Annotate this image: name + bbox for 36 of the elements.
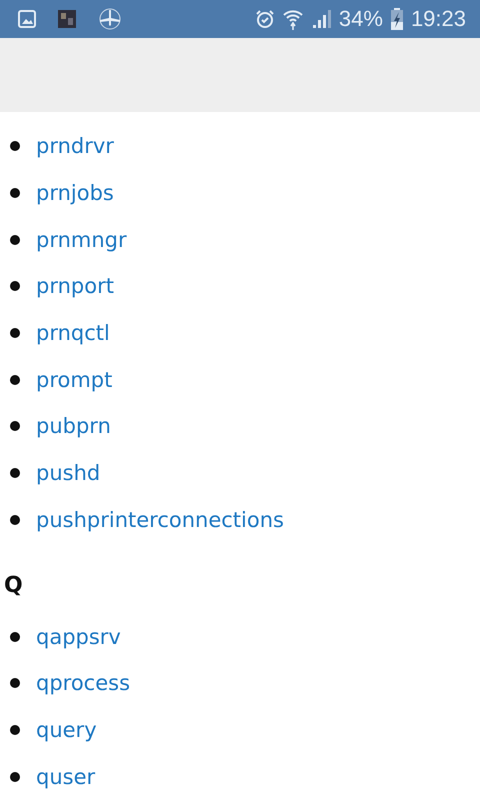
- command-link[interactable]: prompt: [36, 368, 112, 392]
- signal-icon: [310, 9, 331, 29]
- bullet-icon: [10, 374, 20, 385]
- bullet-icon: [10, 468, 20, 478]
- command-link[interactable]: prnqctl: [36, 321, 110, 346]
- command-link[interactable]: quser: [36, 764, 96, 789]
- battery-percent: 34%: [338, 6, 383, 32]
- command-link[interactable]: query: [36, 718, 97, 742]
- bullet-icon: [10, 772, 20, 782]
- clock-time: 19:23: [410, 6, 466, 32]
- command-link[interactable]: pushd: [36, 461, 100, 486]
- command-link[interactable]: pubprn: [36, 414, 111, 438]
- command-link[interactable]: prnport: [36, 274, 114, 298]
- airplane-icon: [98, 8, 122, 30]
- command-link[interactable]: qappsrv: [36, 624, 121, 649]
- bullet-icon: [10, 724, 20, 735]
- bullet-icon: [10, 281, 20, 292]
- image-icon: [18, 10, 36, 28]
- bullet-icon: [10, 678, 20, 688]
- bullet-icon: [10, 188, 20, 198]
- command-link[interactable]: pushprinterconnections: [36, 508, 284, 532]
- section-heading: Q: [4, 572, 24, 600]
- command-link[interactable]: prndrvr: [36, 134, 114, 158]
- wifi-icon: [282, 8, 303, 30]
- command-link[interactable]: prnjobs: [36, 181, 114, 206]
- bullet-icon: [10, 234, 20, 245]
- command-link[interactable]: prnmngr: [36, 228, 127, 252]
- bullet-icon: [10, 141, 20, 152]
- bullet-icon: [10, 328, 20, 338]
- bullet-icon: [10, 514, 20, 525]
- bullet-icon: [10, 421, 20, 432]
- bullet-icon: [10, 632, 20, 642]
- command-link[interactable]: qprocess: [36, 671, 130, 696]
- alarm-icon: [254, 9, 275, 29]
- thumbnail-icon: [58, 10, 76, 28]
- battery-icon: [390, 8, 403, 30]
